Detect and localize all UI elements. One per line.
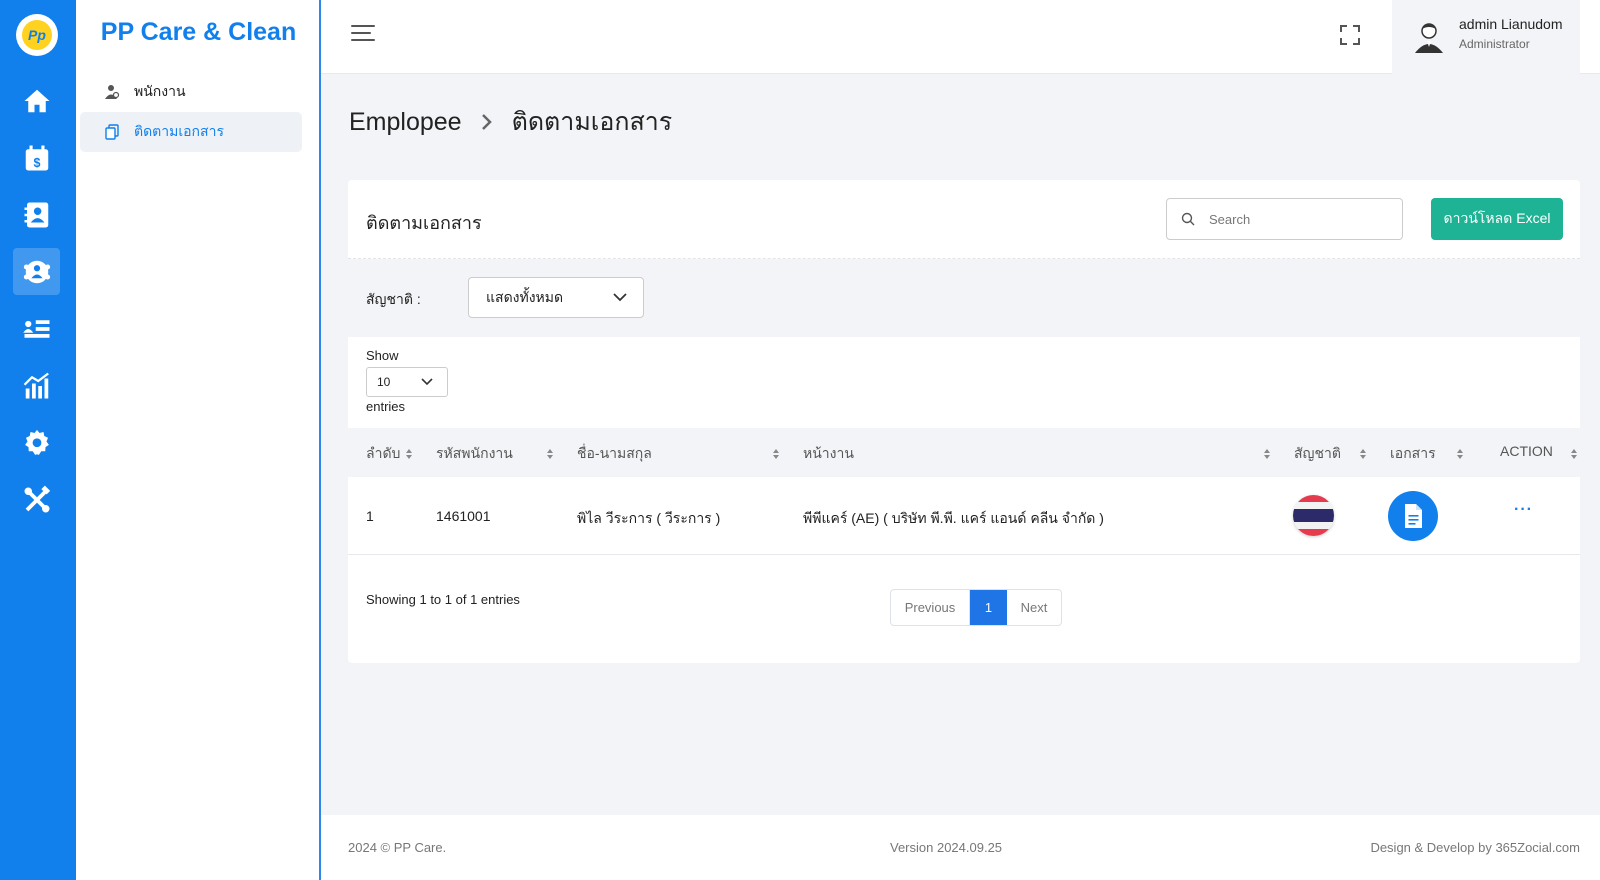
rail-settings[interactable]: [13, 419, 60, 466]
user-menu[interactable]: admin Lianudom Administrator: [1392, 0, 1580, 74]
fullscreen-icon[interactable]: [1339, 24, 1361, 46]
rail-tools[interactable]: [13, 476, 60, 523]
rail-home[interactable]: [13, 77, 60, 124]
logo-mark: Pp: [22, 20, 52, 50]
thailand-flag-icon: [1293, 495, 1334, 536]
filter-bar: สัญชาติ : แสดงทั้งหมด: [348, 259, 1580, 337]
tools-icon: [24, 485, 50, 512]
contact-book-icon: [24, 202, 48, 227]
search-icon: [1181, 212, 1195, 226]
document-copy-icon: [104, 124, 120, 140]
footer: 2024 © PP Care. Version 2024.09.25 Desig…: [321, 815, 1600, 880]
column-header-no[interactable]: ลำดับ: [366, 443, 400, 465]
user-list-icon: [22, 319, 49, 338]
sort-icon[interactable]: [1456, 448, 1464, 460]
rail-contacts[interactable]: [13, 191, 60, 238]
rail-employee[interactable]: [13, 248, 60, 295]
breadcrumb-current: ติดตามเอกสาร: [511, 108, 673, 136]
rail-report[interactable]: [13, 362, 60, 409]
brand-title: PP Care & Clean: [100, 18, 297, 46]
sort-icon[interactable]: [1359, 448, 1367, 460]
home-icon: [24, 89, 49, 112]
sidebar-item-employee[interactable]: พนักงาน: [80, 72, 302, 112]
nationality-filter-label: สัญชาติ :: [366, 291, 421, 307]
next-page-button[interactable]: Next: [1007, 590, 1061, 625]
avatar: [1415, 23, 1443, 53]
sidebar-item-document-tracking[interactable]: ติดตามเอกสาร: [80, 112, 302, 152]
view-documents-button[interactable]: [1388, 491, 1438, 541]
sidebar-item-label: ติดตามเอกสาร: [134, 123, 224, 139]
page-button-current[interactable]: 1: [970, 590, 1007, 625]
menu-toggle-icon[interactable]: [351, 25, 375, 45]
column-header-documents[interactable]: เอกสาร: [1390, 443, 1436, 465]
svg-text:$: $: [33, 155, 40, 169]
chevron-down-icon: [613, 293, 627, 302]
footer-copyright: 2024 © PP Care.: [348, 840, 447, 855]
table-row: 1 1461001 พิไล วีระการ ( วีระการ ) พีพีแ…: [348, 477, 1580, 555]
app-logo[interactable]: Pp: [16, 14, 58, 56]
top-header: admin Lianudom Administrator: [321, 0, 1600, 74]
pagination: Previous 1 Next: [890, 589, 1062, 626]
search-box[interactable]: [1166, 198, 1403, 240]
column-header-employee-code[interactable]: รหัสพนักงาน: [436, 443, 513, 465]
user-role: Administrator: [1459, 37, 1530, 51]
breadcrumb-parent[interactable]: Emplopee: [349, 108, 462, 137]
cell-name: พิไล วีระการ ( วีระการ ): [577, 510, 721, 526]
sort-icon[interactable]: [1570, 448, 1578, 460]
length-entries-label: entries: [366, 399, 406, 414]
nationality-select[interactable]: แสดงทั้งหมด: [468, 277, 644, 318]
gear-icon: [24, 429, 49, 455]
chart-icon: [23, 372, 49, 398]
column-header-action: ACTION: [1500, 443, 1553, 459]
column-header-site[interactable]: หน้างาน: [803, 443, 854, 465]
previous-page-button[interactable]: Previous: [891, 590, 970, 625]
length-show-label: Show: [366, 348, 399, 363]
calendar-dollar-icon: $: [25, 145, 48, 170]
employee-icon: [104, 84, 120, 100]
table-header: ลำดับ รหัสพนักงาน ชื่อ-นามสกุล หน้างาน ส…: [348, 428, 1580, 477]
download-excel-button[interactable]: ดาวน์โหลด Excel: [1431, 198, 1563, 240]
chevron-down-icon: [421, 378, 433, 386]
footer-version: Version 2024.09.25: [890, 840, 1003, 855]
row-action-menu-button[interactable]: ···: [1514, 501, 1533, 519]
cell-no: 1: [366, 508, 374, 524]
column-header-nationality[interactable]: สัญชาติ: [1294, 443, 1341, 465]
sort-icon[interactable]: [405, 448, 413, 460]
page-length-select[interactable]: 10: [366, 367, 448, 397]
footer-credit: Design & Develop by 365Zocial.com: [1370, 840, 1580, 855]
column-header-name[interactable]: ชื่อ-นามสกุล: [577, 443, 652, 465]
nationality-select-value: แสดงทั้งหมด: [486, 288, 564, 305]
user-name: admin Lianudom: [1459, 16, 1563, 32]
rail-payroll[interactable]: $: [13, 134, 60, 181]
search-input[interactable]: [1209, 211, 1389, 227]
chevron-right-icon: [481, 114, 492, 130]
rail-user-list[interactable]: [13, 305, 60, 352]
page-length-value: 10: [377, 375, 391, 389]
sidebar-item-label: พนักงาน: [134, 83, 186, 99]
sub-sidebar: PP Care & Clean พนักงาน ติดตามเอกสาร: [76, 0, 321, 880]
icon-rail: Pp $: [0, 0, 76, 880]
document-icon: [1405, 504, 1422, 528]
table-info: Showing 1 to 1 of 1 entries: [366, 592, 520, 607]
sort-icon[interactable]: [546, 448, 554, 460]
breadcrumb: Emplopee ติดตามเอกสาร: [349, 102, 672, 142]
cell-employee-code: 1461001: [436, 508, 491, 524]
team-icon: [23, 260, 50, 283]
cell-site: พีพีแคร์ (AE) ( บริษัท พี.พี. แคร์ แอนด์…: [803, 510, 1104, 526]
sort-icon[interactable]: [772, 448, 780, 460]
document-tracking-card: ติดตามเอกสาร ดาวน์โหลด Excel สัญชาติ : แ…: [348, 180, 1580, 663]
sort-icon[interactable]: [1263, 448, 1271, 460]
card-title: ติดตามเอกสาร: [366, 213, 482, 233]
